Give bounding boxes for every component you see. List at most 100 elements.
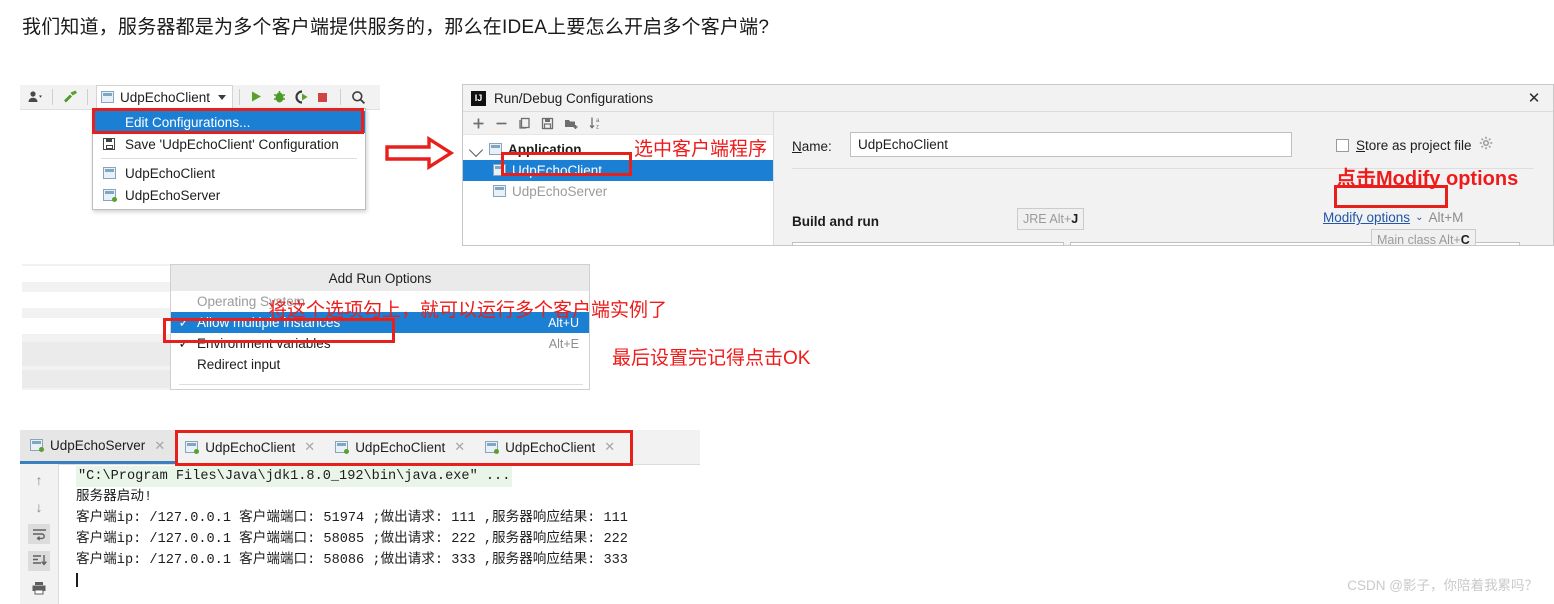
- main-class-tooltip-text: Main class Alt+: [1377, 233, 1461, 246]
- bg-field-1: [22, 266, 170, 282]
- svg-text:a: a: [596, 118, 600, 124]
- tree-toolbar: az: [463, 112, 773, 135]
- run-config-icon: [335, 440, 350, 454]
- annotation-click-modify-options: 点击Modify options: [1336, 168, 1519, 190]
- copy-icon[interactable]: [517, 115, 531, 131]
- console-line: 服务器启动!: [76, 490, 153, 505]
- folder-add-icon[interactable]: [563, 115, 579, 131]
- menu-item-label: UdpEchoServer: [125, 187, 221, 203]
- checkbox-box[interactable]: [1336, 139, 1349, 152]
- dialog-title: Run/Debug Configurations: [494, 90, 654, 106]
- application-group-icon: [489, 143, 503, 156]
- console-tab-udpechoclient-1[interactable]: UdpEchoClient ✕: [175, 430, 325, 464]
- bg-field-2: [22, 292, 170, 308]
- name-input[interactable]: UdpEchoClient: [850, 132, 1292, 157]
- remove-icon[interactable]: [494, 115, 508, 131]
- text-caret: [76, 573, 78, 588]
- page-title: 我们知道，服务器都是为多个客户端提供服务的，那么在IDEA上要怎么开启多个客户端…: [22, 17, 770, 38]
- save-floppy-icon: [103, 138, 125, 150]
- menu-item-save-configuration[interactable]: Save 'UdpEchoClient' Configuration: [93, 133, 365, 155]
- scroll-to-end-icon[interactable]: [28, 551, 50, 571]
- run-console-panel: UdpEchoServer ✕ UdpEchoClient ✕ UdpEchoC…: [20, 430, 1554, 604]
- option-accelerator: Alt+E: [548, 336, 579, 351]
- store-as-project-file-checkbox[interactable]: Store as project file: [1336, 136, 1493, 155]
- gear-icon[interactable]: [1479, 136, 1493, 155]
- debug-icon[interactable]: [268, 87, 290, 107]
- chevron-down-icon: ⌄: [1415, 212, 1424, 223]
- run-configuration-name: UdpEchoClient: [120, 89, 211, 105]
- close-icon[interactable]: ✕: [454, 439, 465, 455]
- name-label: Name:: [792, 139, 832, 154]
- run-config-icon: [493, 164, 507, 177]
- run-coverage-icon[interactable]: [290, 87, 312, 107]
- main-class-tooltip-chip: Main class Alt+ C: [1371, 229, 1476, 246]
- tree-node-label: UdpEchoServer: [512, 184, 608, 199]
- idea-run-toolbar: UdpEchoClient: [20, 85, 380, 110]
- close-icon[interactable]: ✕: [1525, 90, 1543, 108]
- configurations-tree-panel: az Application UdpEchoClient UdpEchoServ…: [463, 112, 774, 245]
- sort-alpha-icon[interactable]: az: [588, 115, 604, 131]
- run-config-icon: [485, 440, 500, 454]
- option-environment-variables[interactable]: ✓ Environment variables Alt+E: [171, 333, 589, 354]
- console-tab-udpechoclient-2[interactable]: UdpEchoClient ✕: [325, 430, 475, 464]
- console-caret-line: [60, 571, 1554, 592]
- run-config-icon: [101, 90, 115, 104]
- scroll-up-icon[interactable]: ↑: [28, 470, 50, 490]
- jre-tooltip-text: JRE Alt+: [1023, 212, 1072, 226]
- search-icon[interactable]: [347, 87, 369, 107]
- menu-item-label: Edit Configurations...: [125, 114, 251, 130]
- user-profile-icon[interactable]: [24, 87, 46, 107]
- close-icon[interactable]: ✕: [154, 438, 165, 454]
- menu-item-label: Save 'UdpEchoClient' Configuration: [125, 136, 339, 152]
- dialog-title-bar: IJ Run/Debug Configurations: [463, 85, 1553, 112]
- option-label: Redirect input: [197, 357, 281, 372]
- hammer-build-icon[interactable]: [59, 87, 81, 107]
- svg-text:z: z: [596, 125, 599, 131]
- close-icon[interactable]: ✕: [604, 439, 615, 455]
- menu-item-edit-configurations[interactable]: Edit Configurations...: [93, 111, 365, 133]
- jre-tooltip-key: J: [1071, 212, 1079, 226]
- background-fields-strip: [22, 264, 170, 390]
- modify-options-link[interactable]: Modify options ⌄ Alt+M: [1323, 210, 1463, 225]
- run-config-icon: [103, 188, 125, 202]
- menu-divider: [101, 158, 357, 159]
- tree-node-udpechoclient[interactable]: UdpEchoClient: [463, 160, 773, 181]
- console-gutter-toolbar: ↑ ↓: [20, 464, 59, 604]
- save-icon[interactable]: [540, 115, 554, 131]
- print-icon[interactable]: [28, 578, 50, 598]
- red-arrow-icon: [385, 135, 455, 175]
- tree-node-udpechoserver[interactable]: UdpEchoServer: [463, 181, 773, 202]
- menu-item-label: UdpEchoClient: [125, 165, 216, 181]
- add-run-options-popup: Add Run Options Operating System ✓ Allow…: [170, 264, 590, 390]
- toolbar-separator-1: [52, 89, 53, 105]
- run-configuration-selector[interactable]: UdpEchoClient: [96, 85, 234, 109]
- console-command-line: "C:\Program Files\Java\jdk1.8.0_192\bin\…: [76, 466, 513, 487]
- scroll-down-icon[interactable]: ↓: [28, 497, 50, 517]
- menu-item-udpechoclient[interactable]: UdpEchoClient: [93, 162, 365, 184]
- jre-sdk-combo[interactable]: java 8 SDK of 'NET1' module: [792, 242, 1064, 245]
- chevron-down-icon: [218, 94, 227, 100]
- console-tab-label: UdpEchoClient: [205, 439, 296, 455]
- run-config-icon: [103, 166, 125, 180]
- build-and-run-heading: Build and run: [792, 214, 879, 229]
- console-tab-udpechoserver[interactable]: UdpEchoServer ✕: [20, 430, 176, 464]
- bg-field-3: [22, 318, 170, 334]
- modify-options-accel: Alt+M: [1428, 210, 1464, 225]
- store-as-project-file-label: Store as project file: [1356, 138, 1472, 153]
- stop-icon[interactable]: [312, 87, 334, 107]
- add-icon[interactable]: [471, 115, 485, 131]
- menu-item-udpechoserver[interactable]: UdpEchoServer: [93, 184, 365, 206]
- option-redirect-input[interactable]: Redirect input: [171, 354, 589, 375]
- chevron-down-icon[interactable]: [468, 142, 484, 157]
- close-icon[interactable]: ✕: [304, 439, 315, 455]
- soft-wrap-icon[interactable]: [28, 524, 50, 544]
- run-icon[interactable]: [246, 87, 268, 107]
- annotation-check-this-option: 将这个选项勾上，就可以运行多个客户端实例了: [268, 300, 668, 321]
- console-tab-label: UdpEchoClient: [355, 439, 446, 455]
- console-tab-label: UdpEchoServer: [50, 438, 146, 453]
- console-tab-udpechoclient-3[interactable]: UdpEchoClient ✕: [475, 430, 625, 464]
- check-icon: ✓: [178, 335, 190, 351]
- console-tab-strip: UdpEchoServer ✕ UdpEchoClient ✕ UdpEchoC…: [20, 430, 700, 465]
- run-config-icon: [30, 439, 44, 452]
- name-input-value: UdpEchoClient: [858, 137, 949, 152]
